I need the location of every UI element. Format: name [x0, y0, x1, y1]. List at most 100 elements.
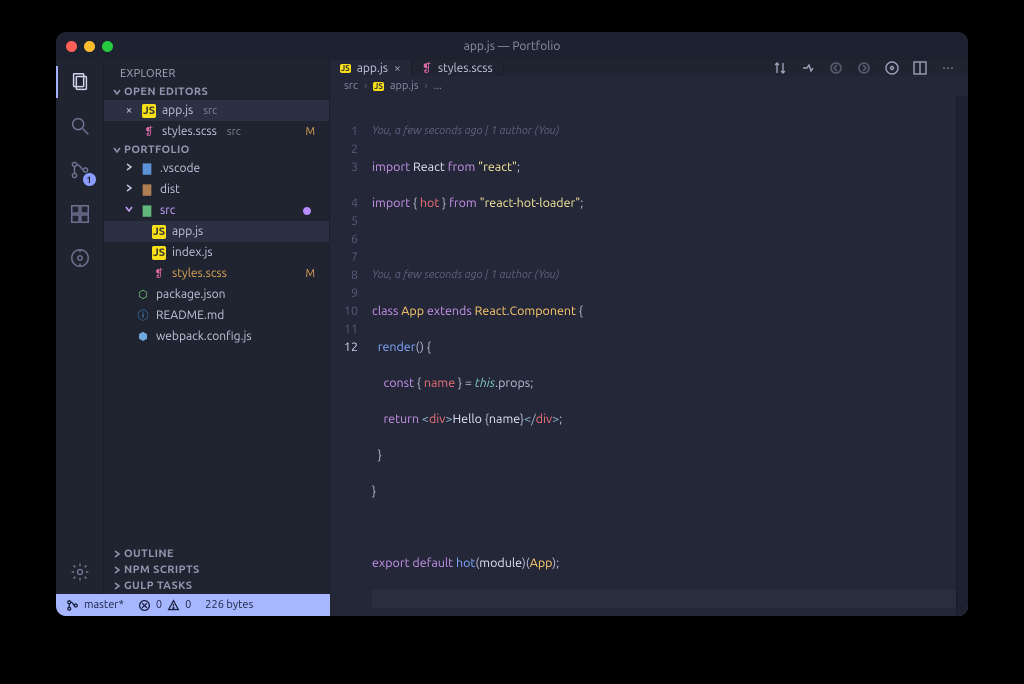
npm-icon: ⬡	[136, 288, 150, 302]
file-webpack-config-js[interactable]: ⬢ webpack.config.js	[104, 326, 329, 347]
status-filesize[interactable]: 226 bytes	[205, 599, 253, 611]
git-status: M	[305, 123, 315, 141]
status-text: 0	[156, 599, 162, 611]
chevron-right-icon	[110, 549, 124, 559]
codelens[interactable]: You, a few seconds ago | 1 author (You)	[372, 122, 956, 140]
activity-gitlens[interactable]	[66, 244, 94, 272]
breadcrumb[interactable]: src › JS app.js › ...	[330, 76, 968, 96]
section-open-editors[interactable]: OPEN EDITORS	[104, 84, 329, 100]
chevron-right-icon	[124, 160, 134, 178]
section-label: NPM SCRIPTS	[124, 564, 200, 576]
chevron-right-icon	[110, 565, 124, 575]
js-file-icon: JS	[152, 246, 166, 260]
status-branch[interactable]: master*	[66, 599, 124, 612]
js-file-icon: JS	[373, 82, 384, 91]
close-tab-icon[interactable]: ×	[394, 62, 401, 75]
file-readme-md[interactable]: ⓘ README.md	[104, 305, 329, 326]
file-index-js[interactable]: JS index.js	[104, 242, 329, 263]
file-name: README.md	[156, 307, 224, 325]
status-problems[interactable]: 0 0	[138, 599, 191, 612]
modified-indicator	[303, 207, 311, 215]
section-outline[interactable]: OUTLINE	[104, 546, 329, 562]
cursor-line	[372, 590, 956, 608]
section-label: GULP TASKS	[124, 580, 192, 592]
folder-vscode[interactable]: ▇ .vscode	[104, 158, 329, 179]
info-icon: ⓘ	[136, 309, 150, 323]
close-icon[interactable]: ×	[122, 102, 136, 120]
editor-group: JS app.js × ❡ styles.scss ⋯	[330, 60, 968, 594]
file-name: app.js	[162, 102, 193, 120]
status-text: 226 bytes	[205, 599, 253, 611]
compare-changes-icon[interactable]	[772, 60, 788, 76]
file-name: app.js	[172, 223, 203, 241]
editor-actions: ⋯	[760, 60, 968, 76]
sidebar-title: EXPLORER	[104, 60, 329, 84]
section-npm-scripts[interactable]: NPM SCRIPTS	[104, 562, 329, 578]
section-label: OPEN EDITORS	[124, 86, 208, 98]
folder-icon: ▇	[140, 183, 154, 197]
code-content[interactable]: You, a few seconds ago | 1 author (You) …	[368, 96, 956, 616]
codelens[interactable]: You, a few seconds ago | 1 author (You)	[372, 266, 956, 284]
tab-styles-scss[interactable]: ❡ styles.scss	[412, 60, 504, 76]
breadcrumb-segment[interactable]: src	[344, 80, 358, 92]
activity-bar: 1	[56, 60, 104, 594]
chevron-right-icon	[124, 181, 134, 199]
scss-file-icon: ❡	[152, 267, 166, 281]
js-file-icon: JS	[340, 64, 351, 73]
editor-window: app.js — Portfolio 1	[56, 32, 968, 616]
section-project[interactable]: PORTFOLIO	[104, 142, 329, 158]
file-package-json[interactable]: ⬡ package.json	[104, 284, 329, 305]
file-hint: src	[227, 123, 241, 141]
toggle-file-blame-icon[interactable]	[884, 60, 900, 76]
minimap[interactable]	[956, 96, 968, 616]
file-hint: src	[203, 102, 217, 120]
status-text: 0	[185, 599, 191, 611]
file-app-js[interactable]: JS app.js	[104, 221, 329, 242]
file-styles-scss[interactable]: ❡ styles.scss M	[104, 263, 329, 284]
tab-app-js[interactable]: JS app.js ×	[330, 60, 412, 76]
split-editor-icon[interactable]	[912, 60, 928, 76]
activity-source-control[interactable]: 1	[66, 156, 94, 184]
folder-open-icon: ▇	[140, 204, 154, 218]
chevron-down-icon	[110, 145, 124, 155]
tab-label: styles.scss	[438, 62, 493, 75]
more-actions-icon[interactable]: ⋯	[940, 60, 956, 76]
js-file-icon: JS	[142, 104, 156, 118]
folder-icon: ▇	[140, 162, 154, 176]
scss-file-icon: ❡	[422, 61, 432, 75]
js-file-icon: JS	[152, 225, 166, 239]
activity-explorer[interactable]	[66, 68, 94, 96]
folder-name: src	[160, 202, 175, 220]
next-change-icon[interactable]	[856, 60, 872, 76]
open-editor-app-js[interactable]: × JS app.js src	[104, 100, 329, 121]
breadcrumb-segment[interactable]: app.js	[390, 80, 419, 92]
status-text: master*	[84, 599, 124, 611]
chevron-right-icon	[110, 581, 124, 591]
file-name: index.js	[172, 244, 213, 262]
window-title: app.js — Portfolio	[56, 40, 968, 53]
tab-bar: JS app.js × ❡ styles.scss ⋯	[330, 60, 968, 76]
scss-file-icon: ❡	[142, 125, 156, 139]
open-changes-icon[interactable]	[800, 60, 816, 76]
chevron-down-icon	[124, 202, 134, 220]
activity-extensions[interactable]	[66, 200, 94, 228]
explorer-sidebar: EXPLORER OPEN EDITORS × JS app.js src × …	[104, 60, 330, 594]
webpack-icon: ⬢	[136, 330, 150, 344]
activity-search[interactable]	[66, 112, 94, 140]
tab-label: app.js	[357, 62, 388, 75]
file-name: package.json	[156, 286, 225, 304]
section-gulp-tasks[interactable]: GULP TASKS	[104, 578, 329, 594]
open-editor-styles-scss[interactable]: × ❡ styles.scss src M	[104, 121, 329, 142]
folder-dist[interactable]: ▇ dist	[104, 179, 329, 200]
settings-gear[interactable]	[56, 550, 104, 594]
code-editor[interactable]: 1 2 3 4 5 6 7 8 9 10 11 12 You, a few se…	[330, 96, 968, 616]
folder-src[interactable]: ▇ src	[104, 200, 329, 221]
section-label: OUTLINE	[124, 548, 174, 560]
file-name: styles.scss	[162, 123, 217, 141]
prev-change-icon[interactable]	[828, 60, 844, 76]
chevron-right-icon: ›	[364, 80, 367, 92]
breadcrumb-segment[interactable]: ...	[434, 80, 442, 92]
folder-name: .vscode	[160, 160, 200, 178]
line-number-gutter: 1 2 3 4 5 6 7 8 9 10 11 12	[330, 96, 368, 616]
file-name: webpack.config.js	[156, 328, 252, 346]
